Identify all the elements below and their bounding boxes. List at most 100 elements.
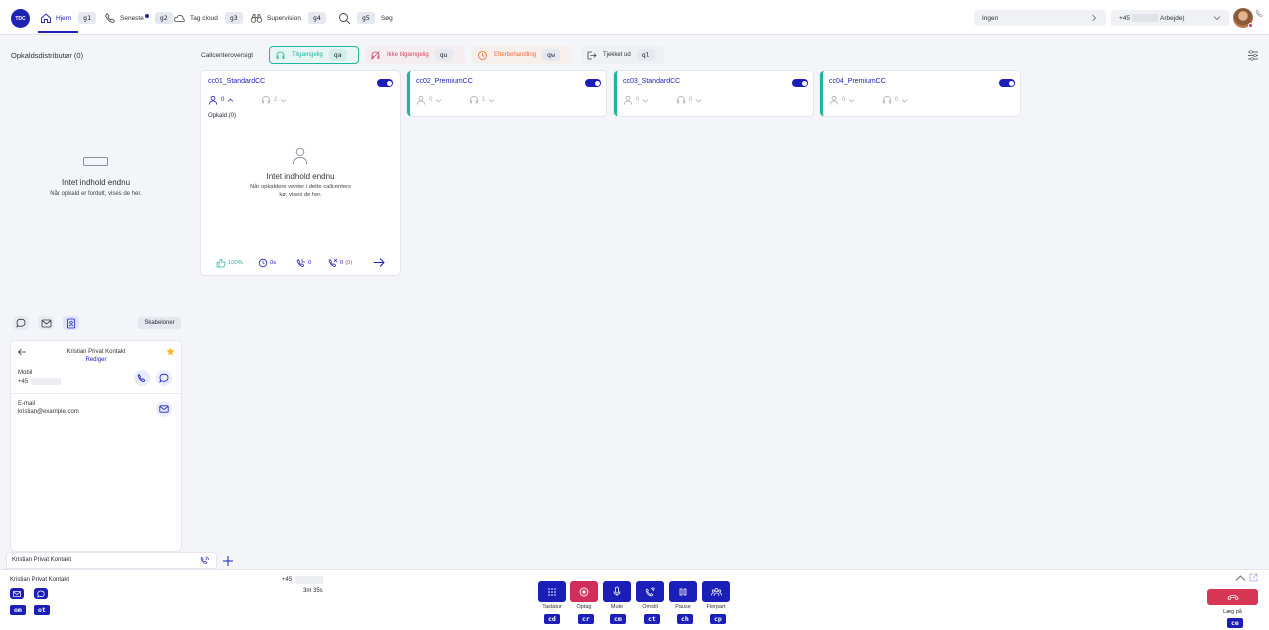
tdc-logo[interactable]: TDC	[11, 9, 30, 28]
active-tab-indicator	[38, 31, 78, 33]
filter-unavailable-label: Ikke tilgængelig	[387, 52, 429, 58]
stat-rate-value: 100%	[228, 260, 243, 266]
pause-button[interactable]	[669, 581, 697, 602]
chat-contact-button[interactable]	[156, 370, 172, 386]
stat-wait: 0s	[258, 258, 276, 268]
filter-checked-out-label: Tjekket ud	[603, 52, 631, 58]
callcenter-card-cc02: cc02_PremiumCC 0 1	[407, 71, 606, 116]
mute-button[interactable]	[603, 581, 631, 602]
empty-inbox-icon	[83, 157, 108, 166]
email-contact-button[interactable]	[156, 401, 172, 417]
call-email-button[interactable]	[10, 588, 24, 599]
chevron-right-icon	[1092, 14, 1097, 22]
callcenter-name[interactable]: cc03_StandardCC	[623, 78, 680, 85]
callcenter-card-cc01: cc01_StandardCC 0 2 Opkald (0) Intet ind…	[201, 71, 400, 275]
thumbs-up-icon	[216, 258, 226, 268]
plus-icon[interactable]	[222, 555, 234, 567]
callcenter-toggle[interactable]	[585, 79, 601, 87]
chevron-down-icon	[1213, 16, 1221, 21]
contact-tab-button[interactable]	[63, 316, 79, 330]
hangup-shortcut: ce	[1227, 618, 1243, 628]
nav-supervision-label: Supervision	[267, 14, 301, 22]
calls-count[interactable]: 2	[261, 95, 287, 105]
templates-button[interactable]: Skabeloner	[138, 317, 181, 329]
dialpad-button[interactable]	[538, 581, 566, 602]
call-number-redacted	[295, 576, 324, 584]
nav-recent-label: Seneste	[120, 14, 144, 22]
queue-label: Opkald (0)	[208, 113, 237, 119]
chat-tab-button[interactable]	[13, 316, 29, 330]
stat-missed-extra: (0)	[345, 260, 353, 266]
headset-icon	[262, 96, 270, 104]
number-select[interactable]: +45 Arbejde)	[1111, 10, 1229, 26]
nav-supervision[interactable]: Supervision g4	[250, 10, 326, 26]
mail-icon	[13, 590, 21, 597]
agents-count[interactable]: 0	[416, 95, 442, 105]
chevron-up-icon[interactable]	[1235, 574, 1246, 582]
filter-available[interactable]: Tilgængelig qa	[269, 46, 359, 64]
callcenter-toggle[interactable]	[999, 79, 1015, 87]
chevron-down-icon	[489, 98, 495, 102]
number-redacted	[1132, 14, 1159, 22]
conference-button[interactable]	[702, 581, 730, 602]
nav-home[interactable]: Hjem g1	[40, 10, 96, 26]
agent-icon	[624, 95, 632, 105]
agent-icon	[209, 95, 217, 105]
call-tab[interactable]: Kristian Privat Kontakt	[7, 553, 216, 568]
callcenter-name[interactable]: cc02_PremiumCC	[416, 78, 473, 85]
call-number-prefix: +45	[282, 577, 293, 583]
divider	[11, 393, 181, 394]
filter-checked-out[interactable]: Tjekket ud ql	[581, 46, 664, 64]
nav-recent[interactable]: Seneste g2	[104, 10, 173, 26]
call-email-shortcut: om	[10, 605, 26, 615]
pause-shortcut: ch	[677, 614, 693, 624]
headset-icon	[276, 51, 285, 59]
nav-tag-cloud[interactable]: Tag cloud g3	[173, 10, 243, 26]
call-contact-button[interactable]	[134, 370, 150, 386]
agents-count[interactable]: 0	[829, 95, 855, 105]
hangup-button[interactable]	[1207, 589, 1258, 605]
callcenter-name[interactable]: cc04_PremiumCC	[829, 78, 886, 85]
callcenter-toggle[interactable]	[377, 79, 393, 87]
phone-status-icon[interactable]	[1255, 9, 1264, 18]
agents-count[interactable]: 0	[208, 95, 234, 105]
pause-icon	[679, 588, 687, 595]
nav-tag-cloud-shortcut: g3	[224, 12, 243, 24]
popout-icon[interactable]	[1249, 573, 1258, 582]
nav-home-shortcut: g1	[78, 12, 96, 24]
callcenter-toggle[interactable]	[792, 79, 808, 87]
record-shortcut: cr	[578, 614, 594, 624]
stat-rate: 100%	[216, 258, 243, 268]
arrow-right-icon[interactable]	[373, 257, 385, 268]
chevron-down-icon	[436, 98, 442, 102]
agents-count-value: 0	[221, 97, 225, 103]
distributor-title: Opkaldsdistributør (0)	[11, 51, 84, 60]
agents-count[interactable]: 0	[623, 95, 649, 105]
calls-count[interactable]: 1	[469, 95, 495, 105]
mail-icon	[159, 405, 169, 413]
star-icon[interactable]	[166, 347, 175, 356]
presence-badge	[1248, 23, 1253, 28]
email-value: kristian@example.com	[18, 409, 79, 415]
transfer-button[interactable]	[636, 581, 664, 602]
queue-empty-text: Når opkaldere venter i dette callcenters…	[250, 184, 351, 198]
nav-search[interactable]: g5 Søg	[338, 10, 393, 26]
call-chat-button[interactable]	[34, 588, 48, 599]
email-label: E-mail	[18, 401, 36, 407]
record-button[interactable]	[570, 581, 598, 602]
filter-wrapup[interactable]: Efterbehandling qw	[472, 46, 572, 64]
list-settings-icon[interactable]	[1247, 50, 1259, 61]
conference-icon	[710, 587, 722, 596]
chat-icon	[16, 318, 26, 328]
number-prefix: +45	[1119, 14, 1131, 22]
edit-contact-link[interactable]: Rediger	[11, 357, 181, 363]
calls-count[interactable]: 0	[676, 95, 702, 105]
status-select[interactable]: Ingen	[974, 10, 1106, 26]
call-bar	[0, 569, 1269, 630]
calls-count[interactable]: 0	[882, 95, 908, 105]
filter-unavailable[interactable]: Ikke tilgængelig qu	[365, 46, 465, 64]
callcenter-name[interactable]: cc01_StandardCC	[208, 78, 265, 85]
email-tab-button[interactable]	[38, 316, 54, 330]
headset-icon	[677, 96, 685, 104]
overview-label: Callcenteroversigt	[201, 52, 254, 59]
